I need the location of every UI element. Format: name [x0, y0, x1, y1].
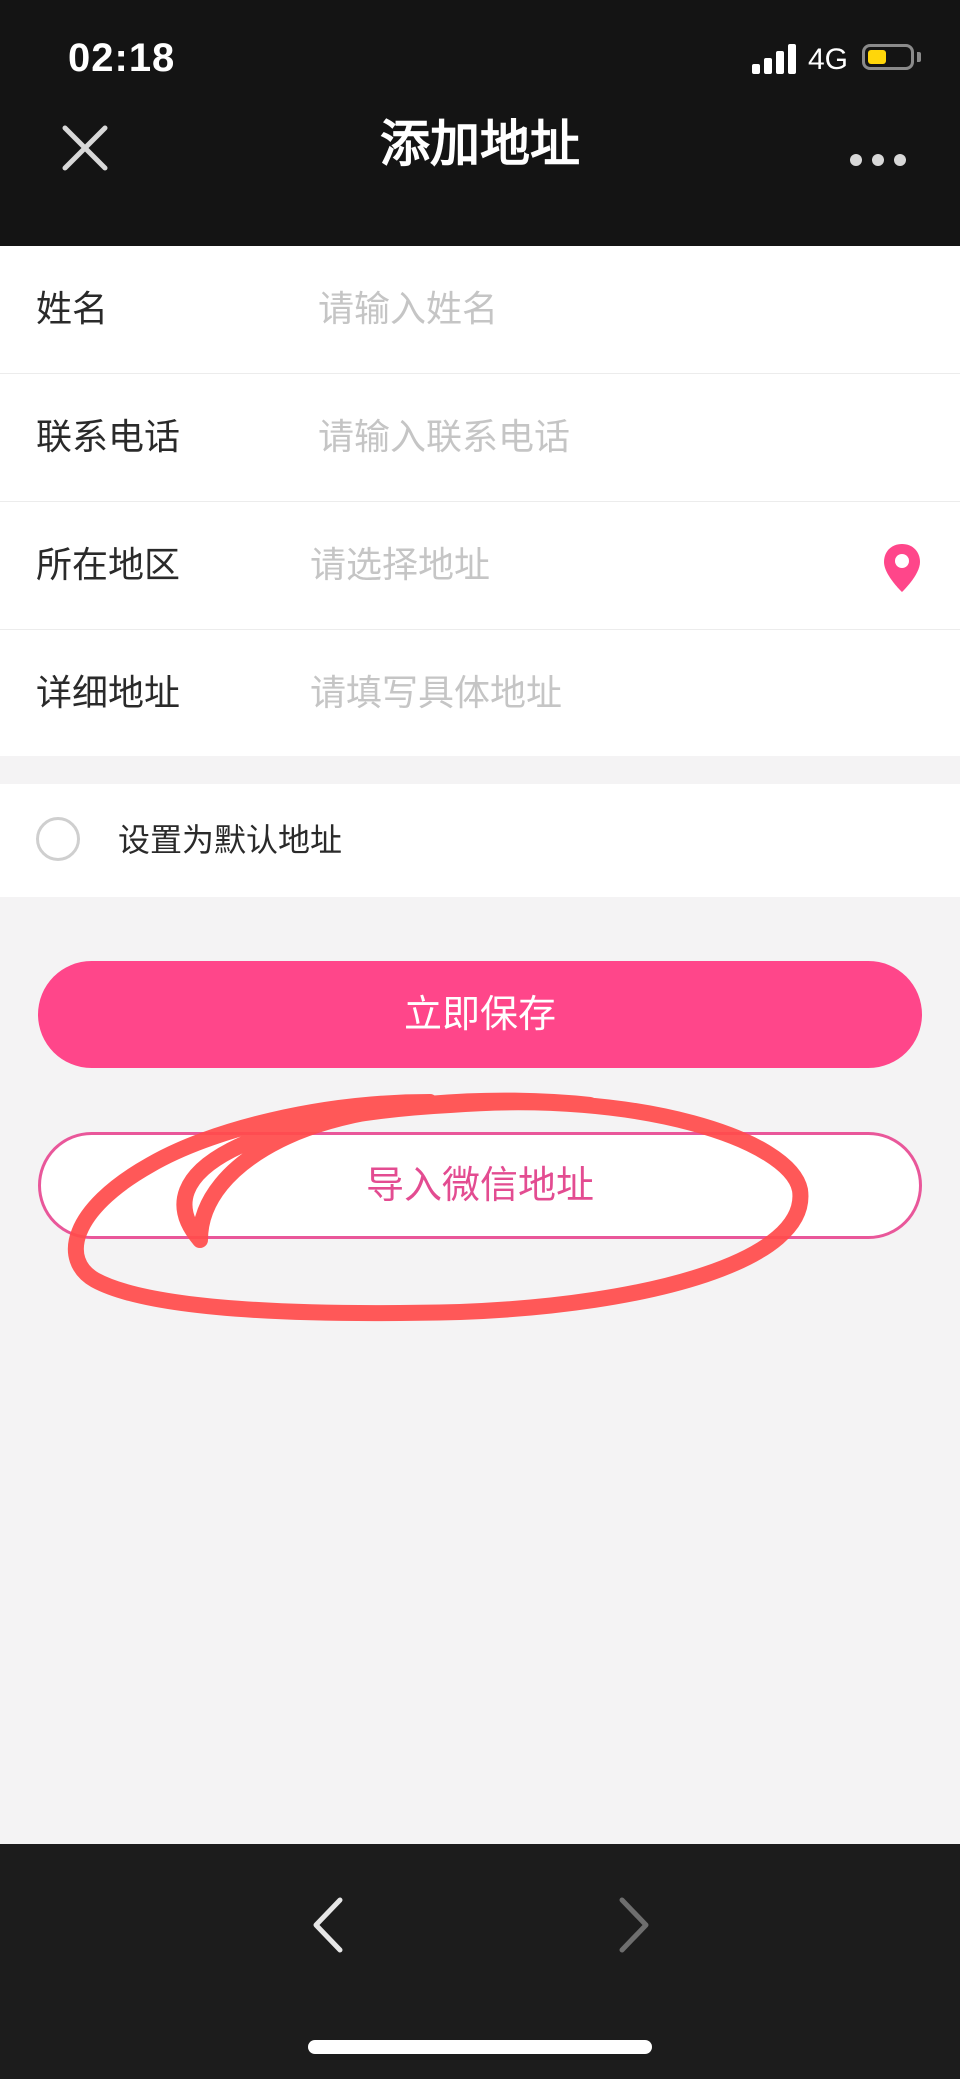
home-indicator[interactable]: [308, 2040, 652, 2054]
chevron-left-icon[interactable]: [304, 1894, 354, 1956]
battery-tip: [917, 52, 921, 62]
network-type: 4G: [808, 43, 849, 76]
status-time: 02:18: [68, 36, 176, 80]
name-input[interactable]: [318, 246, 838, 373]
default-address-option[interactable]: 设置为默认地址: [0, 784, 960, 897]
detail-row: 详细地址: [0, 630, 960, 757]
save-button[interactable]: 立即保存: [38, 961, 922, 1068]
chevron-right-icon[interactable]: [608, 1894, 658, 1956]
signal-icon: [752, 42, 798, 74]
bottom-toolbar: [0, 1844, 960, 2079]
region-select[interactable]: [310, 502, 830, 629]
default-address-label: 设置为默认地址: [118, 821, 343, 859]
phone-input[interactable]: [318, 374, 838, 501]
more-icon[interactable]: [846, 140, 908, 180]
location-pin-icon[interactable]: [882, 542, 922, 594]
import-wechat-address-button[interactable]: 导入微信地址: [38, 1132, 922, 1239]
detail-address-input[interactable]: [310, 630, 830, 757]
region-label: 所在地区: [36, 545, 181, 586]
region-row[interactable]: 所在地区: [0, 502, 960, 630]
name-label: 姓名: [36, 289, 109, 330]
phone-row: 联系电话: [0, 374, 960, 502]
name-row: 姓名: [0, 246, 960, 374]
top-bar: 02:18 4G 添加地址: [0, 0, 960, 246]
address-form: 姓名 联系电话 所在地区 详细地址: [0, 246, 960, 757]
detail-label: 详细地址: [36, 673, 181, 714]
battery-level: [868, 50, 886, 64]
default-address-radio[interactable]: [36, 817, 80, 861]
battery-icon: [862, 44, 914, 70]
page-title: 添加地址: [380, 115, 580, 173]
phone-label: 联系电话: [36, 417, 181, 458]
